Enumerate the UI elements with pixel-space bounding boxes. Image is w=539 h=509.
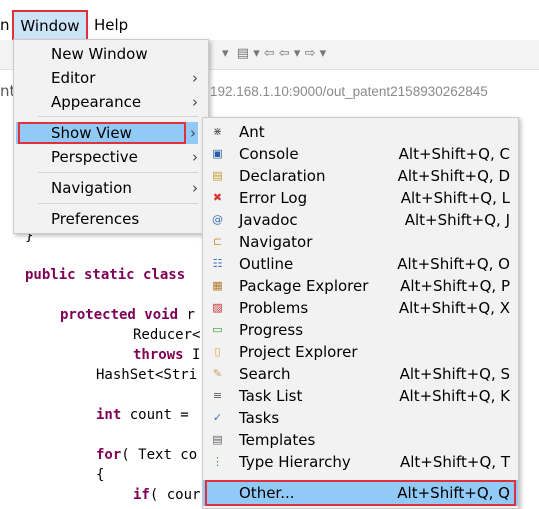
code-line: { <box>96 467 105 483</box>
navigator-icon: ⊏ <box>212 235 223 248</box>
menu-item-progress[interactable]: ▭ Progress <box>203 319 518 341</box>
menu-item-label: Task List <box>239 387 303 405</box>
code-line: throws I <box>133 347 201 363</box>
menu-item-label: Package Explorer <box>239 277 369 295</box>
error-log-icon: ✖ <box>212 191 223 204</box>
code-line: protected void r <box>60 307 195 323</box>
menu-item-console[interactable]: ▣ Console Alt+Shift+Q, C <box>203 143 518 165</box>
code-line: Reducer< <box>133 327 201 343</box>
menubar: n Window Help <box>0 10 539 42</box>
menu-item-javadoc[interactable]: @ Javadoc Alt+Shift+Q, J <box>203 209 518 231</box>
menu-item-ant[interactable]: ⋇ Ant <box>203 121 518 143</box>
task-list-icon: ≡ <box>212 389 223 402</box>
menu-item-label: Progress <box>239 321 304 339</box>
templates-icon: ▤ <box>212 433 223 446</box>
chevron-right-icon: › <box>190 124 196 142</box>
menu-item-shortcut: Alt+Shift+Q, T <box>399 453 510 471</box>
console-icon: ▣ <box>212 147 223 160</box>
menu-item-search[interactable]: ✎ Search Alt+Shift+Q, S <box>203 363 518 385</box>
separator <box>38 116 198 117</box>
menu-item-label: Console <box>239 145 299 163</box>
menu-item-project-explorer[interactable]: ▯ Project Explorer <box>203 341 518 363</box>
menu-item-navigation[interactable]: Navigation › <box>14 177 208 199</box>
menu-item-templates[interactable]: ▤ Templates <box>203 429 518 451</box>
menu-help[interactable]: Help <box>94 16 128 34</box>
menu-item-other[interactable]: Other... Alt+Shift+Q, Q <box>203 480 518 506</box>
menu-item-label: Templates <box>239 431 316 449</box>
type-hierarchy-icon: ⋮ <box>212 455 223 468</box>
outline-icon: ☷ <box>212 257 223 270</box>
menu-item-label: Ant <box>239 123 265 141</box>
menu-item-label: Tasks <box>239 409 280 427</box>
declaration-icon: ▤ <box>212 169 223 182</box>
menu-item-label: Search <box>239 365 291 383</box>
menu-item-editor[interactable]: Editor › <box>14 67 208 89</box>
highlight-box <box>205 480 516 506</box>
menu-item-label: Navigator <box>239 233 313 251</box>
code-line: int count = <box>96 407 189 423</box>
menu-item-tasks[interactable]: ✓ Tasks <box>203 407 518 429</box>
code-line: if( cour <box>133 487 201 503</box>
show-view-submenu: ⋇ Ant ▣ Console Alt+Shift+Q, C ▤ Declaration Al… <box>202 117 519 509</box>
toolbar-nav-icons[interactable]: ▾ ▤ ▾ ⇦ ⇦ ▾ ⇨ ▾ <box>222 46 326 61</box>
progress-icon: ▭ <box>212 323 223 336</box>
menu-item-shortcut: Alt+Shift+Q, X <box>398 299 510 317</box>
menu-item-perspective[interactable]: Perspective › <box>14 146 208 168</box>
menu-item-shortcut: Alt+Shift+Q, D <box>397 167 510 185</box>
menu-item-type-hierarchy[interactable]: ⋮ Type Hierarchy Alt+Shift+Q, T <box>203 451 518 473</box>
menu-item-label: Problems <box>239 299 309 317</box>
ant-icon: ⋇ <box>212 125 223 138</box>
menu-item-navigator[interactable]: ⊏ Navigator <box>203 231 518 253</box>
address-text: 192.168.1.10:9000/out_patent215893026284… <box>210 84 488 99</box>
menu-item-task-list[interactable]: ≡ Task List Alt+Shift+Q, K <box>203 385 518 407</box>
menu-item-declaration[interactable]: ▤ Declaration Alt+Shift+Q, D <box>203 165 518 187</box>
menu-item-shortcut: Alt+Shift+Q, S <box>399 365 510 383</box>
menu-item-outline[interactable]: ☷ Outline Alt+Shift+Q, O <box>203 253 518 275</box>
menu-item-shortcut: Alt+Shift+Q, K <box>399 387 510 405</box>
menu-item-error-log[interactable]: ✖ Error Log Alt+Shift+Q, L <box>203 187 518 209</box>
javadoc-icon: @ <box>212 213 223 226</box>
tasks-icon: ✓ <box>212 411 223 424</box>
menu-window[interactable]: Window <box>12 10 88 42</box>
menu-item-label: Error Log <box>239 189 308 207</box>
menu-item-shortcut: Alt+Shift+Q, C <box>398 145 510 163</box>
menu-item-appearance[interactable]: Appearance › <box>14 91 208 113</box>
menu-item-package-explorer[interactable]: ▦ Package Explorer Alt+Shift+Q, P <box>203 275 518 297</box>
menu-item-label: Declaration <box>239 167 326 185</box>
menu-item-shortcut: Alt+Shift+Q, O <box>397 255 510 273</box>
project-explorer-icon: ▯ <box>214 345 221 358</box>
separator <box>38 203 198 204</box>
package-explorer-icon: ▦ <box>212 279 223 292</box>
menu-item-label: Type Hierarchy <box>239 453 351 471</box>
menu-item-label: Javadoc <box>239 211 298 229</box>
menu-item-problems[interactable]: ▨ Problems Alt+Shift+Q, X <box>203 297 518 319</box>
menu-item-shortcut: Alt+Shift+Q, P <box>400 277 510 295</box>
menu-item-label: Outline <box>239 255 294 273</box>
chevron-right-icon: › <box>192 148 198 166</box>
menu-item-show-view[interactable]: Show View › <box>16 122 198 144</box>
menu-item-new-window[interactable]: New Window <box>14 43 208 65</box>
menu-item-preferences[interactable]: Preferences <box>14 208 208 230</box>
window-menu: New Window Editor › Appearance › Show View… <box>13 39 209 234</box>
menu-item-label: Project Explorer <box>239 343 358 361</box>
menu-item-shortcut: Alt+Shift+Q, J <box>404 211 510 229</box>
chevron-right-icon: › <box>192 69 198 87</box>
separator <box>38 172 198 173</box>
chevron-right-icon: › <box>192 179 198 197</box>
chevron-right-icon: › <box>192 93 198 111</box>
menu-partial[interactable]: n <box>0 16 10 34</box>
problems-icon: ▨ <box>212 301 223 314</box>
code-line: HashSet<Stri <box>96 367 198 383</box>
code-line: public static class <box>25 267 186 283</box>
menu-item-shortcut: Alt+Shift+Q, L <box>400 189 510 207</box>
search-icon: ✎ <box>212 367 223 380</box>
code-line: for( Text co <box>96 447 198 463</box>
